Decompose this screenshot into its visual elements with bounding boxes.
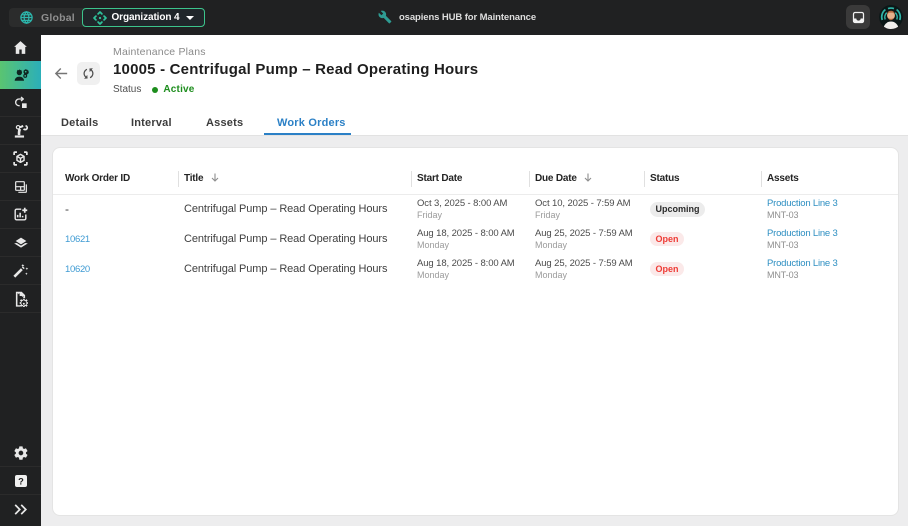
svg-text:?: ? [18, 476, 24, 486]
